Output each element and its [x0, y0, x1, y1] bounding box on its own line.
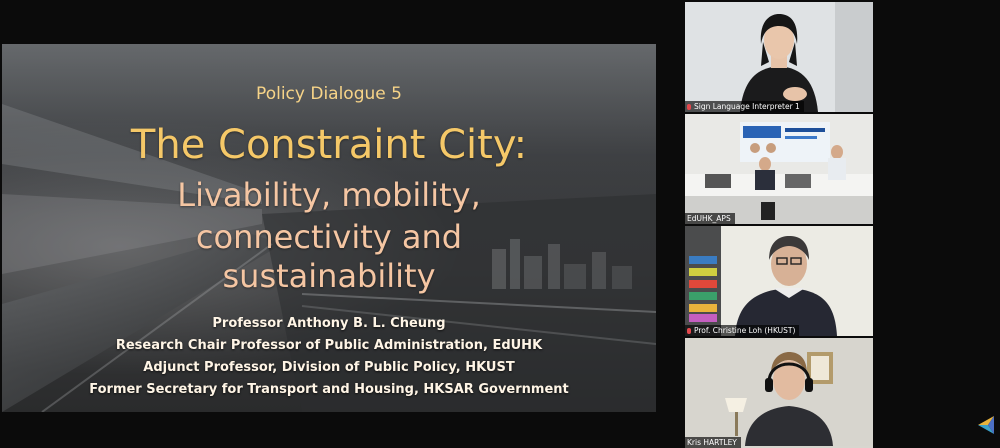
participant-video — [685, 2, 873, 112]
slide-title: The Constraint City: — [130, 122, 528, 168]
slide-subtitle-line-2: connectivity and — [195, 218, 463, 256]
speaker-title-2: Adjunct Professor, Division of Public Po… — [143, 360, 515, 375]
mic-muted-icon — [687, 104, 691, 110]
participant-name-tag: Prof. Christine Loh (HKUST) — [685, 325, 800, 336]
speaker-name: Professor Anthony B. L. Cheung — [212, 316, 446, 331]
participant-name-tag: Kris HARTLEY — [685, 437, 741, 448]
participant-name-tag: Sign Language Interpreter 1 — [685, 101, 804, 112]
mic-muted-icon — [687, 328, 691, 334]
slide-series-label: Policy Dialogue 5 — [256, 84, 402, 104]
participant-name-tag: EdUHK_APS — [685, 213, 735, 224]
video-tile-christine-loh[interactable]: Prof. Christine Loh (HKUST) — [685, 226, 873, 336]
video-tile-kris-hartley[interactable]: Kris HARTLEY — [685, 338, 873, 448]
participant-video — [685, 226, 873, 336]
app-logo-icon — [978, 416, 994, 434]
speaker-title-3: Former Secretary for Transport and Housi… — [89, 382, 569, 397]
slide-subtitle-line-1: Livability, mobility, — [177, 176, 481, 214]
slide-subtitle-line-3: sustainability — [222, 257, 436, 295]
video-tile-interpreter[interactable]: Sign Language Interpreter 1 — [685, 2, 873, 112]
video-tile-venue[interactable]: EdUHK_APS — [685, 114, 873, 224]
participant-video — [685, 338, 873, 446]
speaker-title-1: Research Chair Professor of Public Admin… — [115, 338, 543, 353]
participant-video — [685, 114, 873, 224]
shared-slide: Policy Dialogue 5 The Constraint City: L… — [2, 44, 656, 412]
